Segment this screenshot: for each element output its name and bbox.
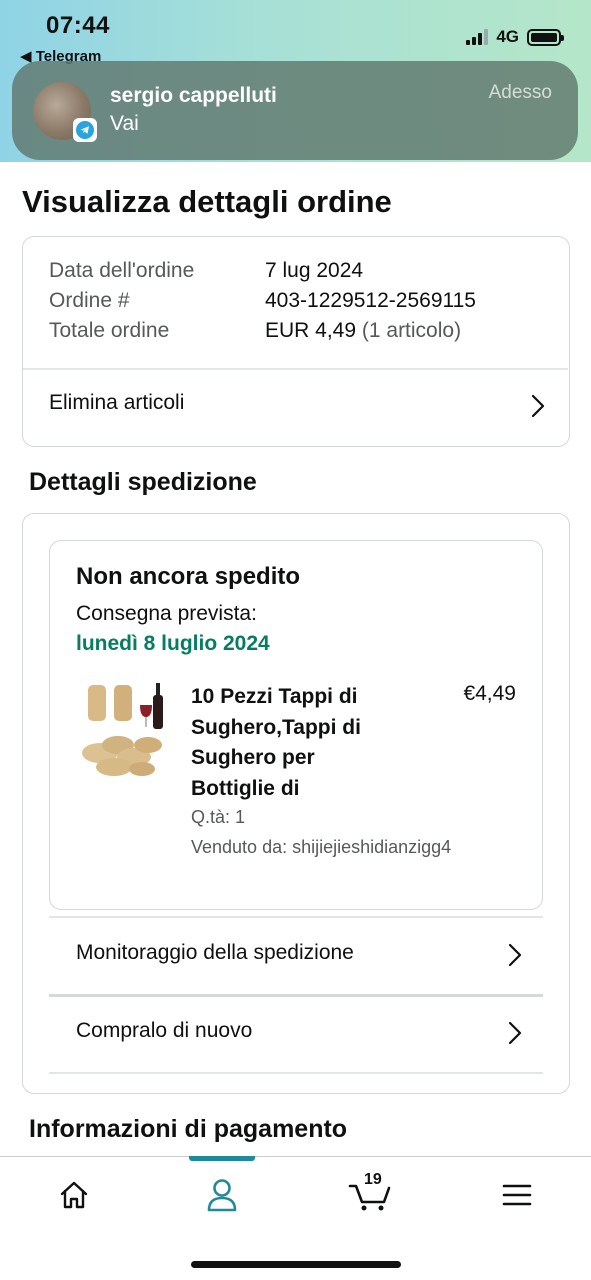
chevron-right-icon [508, 1021, 522, 1045]
network-type: 4G [496, 27, 519, 46]
order-number-value: 403-1229512-2569115 [265, 289, 476, 312]
nav-account-button[interactable] [192, 1173, 252, 1217]
signal-icon [466, 29, 489, 45]
track-shipment-row[interactable]: Monitoraggio della spedizione [49, 918, 543, 994]
product-title-link[interactable]: 10 Pezzi Tappi di Sughero,Tappi di Sughe… [191, 682, 391, 804]
order-total-label: Totale ordine [49, 319, 170, 342]
telegram-icon [73, 118, 97, 142]
shipment-section-title: Dettagli spedizione [29, 468, 257, 496]
notification-message: Vai [110, 112, 139, 135]
buy-again-row[interactable]: Compralo di nuovo [49, 997, 543, 1071]
status-time: 07:44 [46, 12, 110, 39]
home-icon [60, 1181, 88, 1209]
battery-icon [527, 28, 564, 46]
divider [49, 1072, 543, 1074]
nav-home-button[interactable] [44, 1173, 104, 1217]
expected-delivery-label: Consegna prevista: [76, 602, 257, 625]
shipment-item-card: Non ancora spedito Consegna prevista: lu… [49, 540, 543, 910]
home-indicator[interactable] [191, 1261, 401, 1268]
chevron-right-icon [531, 394, 545, 418]
notification-time: Adesso [488, 82, 552, 103]
buy-again-label: Compralo di nuovo [76, 1019, 253, 1042]
notification-banner[interactable]: sergio cappelluti Vai Adesso [12, 61, 578, 160]
product-price: €4,49 [463, 682, 516, 705]
chevron-right-icon [508, 943, 522, 967]
delete-items-label: Elimina articoli [49, 391, 185, 414]
bottom-navigation: 19 [0, 1156, 591, 1280]
product-image[interactable] [78, 683, 170, 779]
page-title: Visualizza dettagli ordine [22, 184, 392, 219]
notification-sender: sergio cappelluti [110, 84, 277, 107]
order-number-label: Ordine # [49, 289, 130, 312]
shipment-card: Non ancora spedito Consegna prevista: lu… [22, 513, 570, 1094]
order-item-count: (1 articolo) [356, 319, 462, 342]
payment-section-title: Informazioni di pagamento [29, 1115, 348, 1143]
status-indicators: 4G [466, 27, 564, 47]
order-date-label: Data dell'ordine [49, 259, 195, 282]
expected-delivery-date: lunedì 8 luglio 2024 [76, 632, 270, 655]
track-shipment-label: Monitoraggio della spedizione [76, 941, 354, 964]
order-total-amount: EUR 4,49 [265, 319, 357, 342]
product-seller: Venduto da: shijiejieshidianzigg4 [191, 837, 452, 857]
cart-count-badge: 19 [364, 1171, 382, 1188]
order-summary-card: Data dell'ordine 7 lug 2024 Ordine # 403… [22, 236, 570, 447]
order-date-value: 7 lug 2024 [265, 259, 364, 282]
shipment-status: Non ancora spedito [76, 563, 301, 590]
product-quantity: Q.tà: 1 [191, 807, 246, 827]
hamburger-menu-icon [502, 1184, 532, 1206]
delete-items-row[interactable]: Elimina articoli [23, 369, 568, 445]
nav-menu-button[interactable] [487, 1173, 547, 1217]
person-icon [207, 1179, 237, 1212]
active-tab-indicator [189, 1156, 255, 1161]
order-total-value: EUR 4,49 (1 articolo) [265, 319, 461, 343]
